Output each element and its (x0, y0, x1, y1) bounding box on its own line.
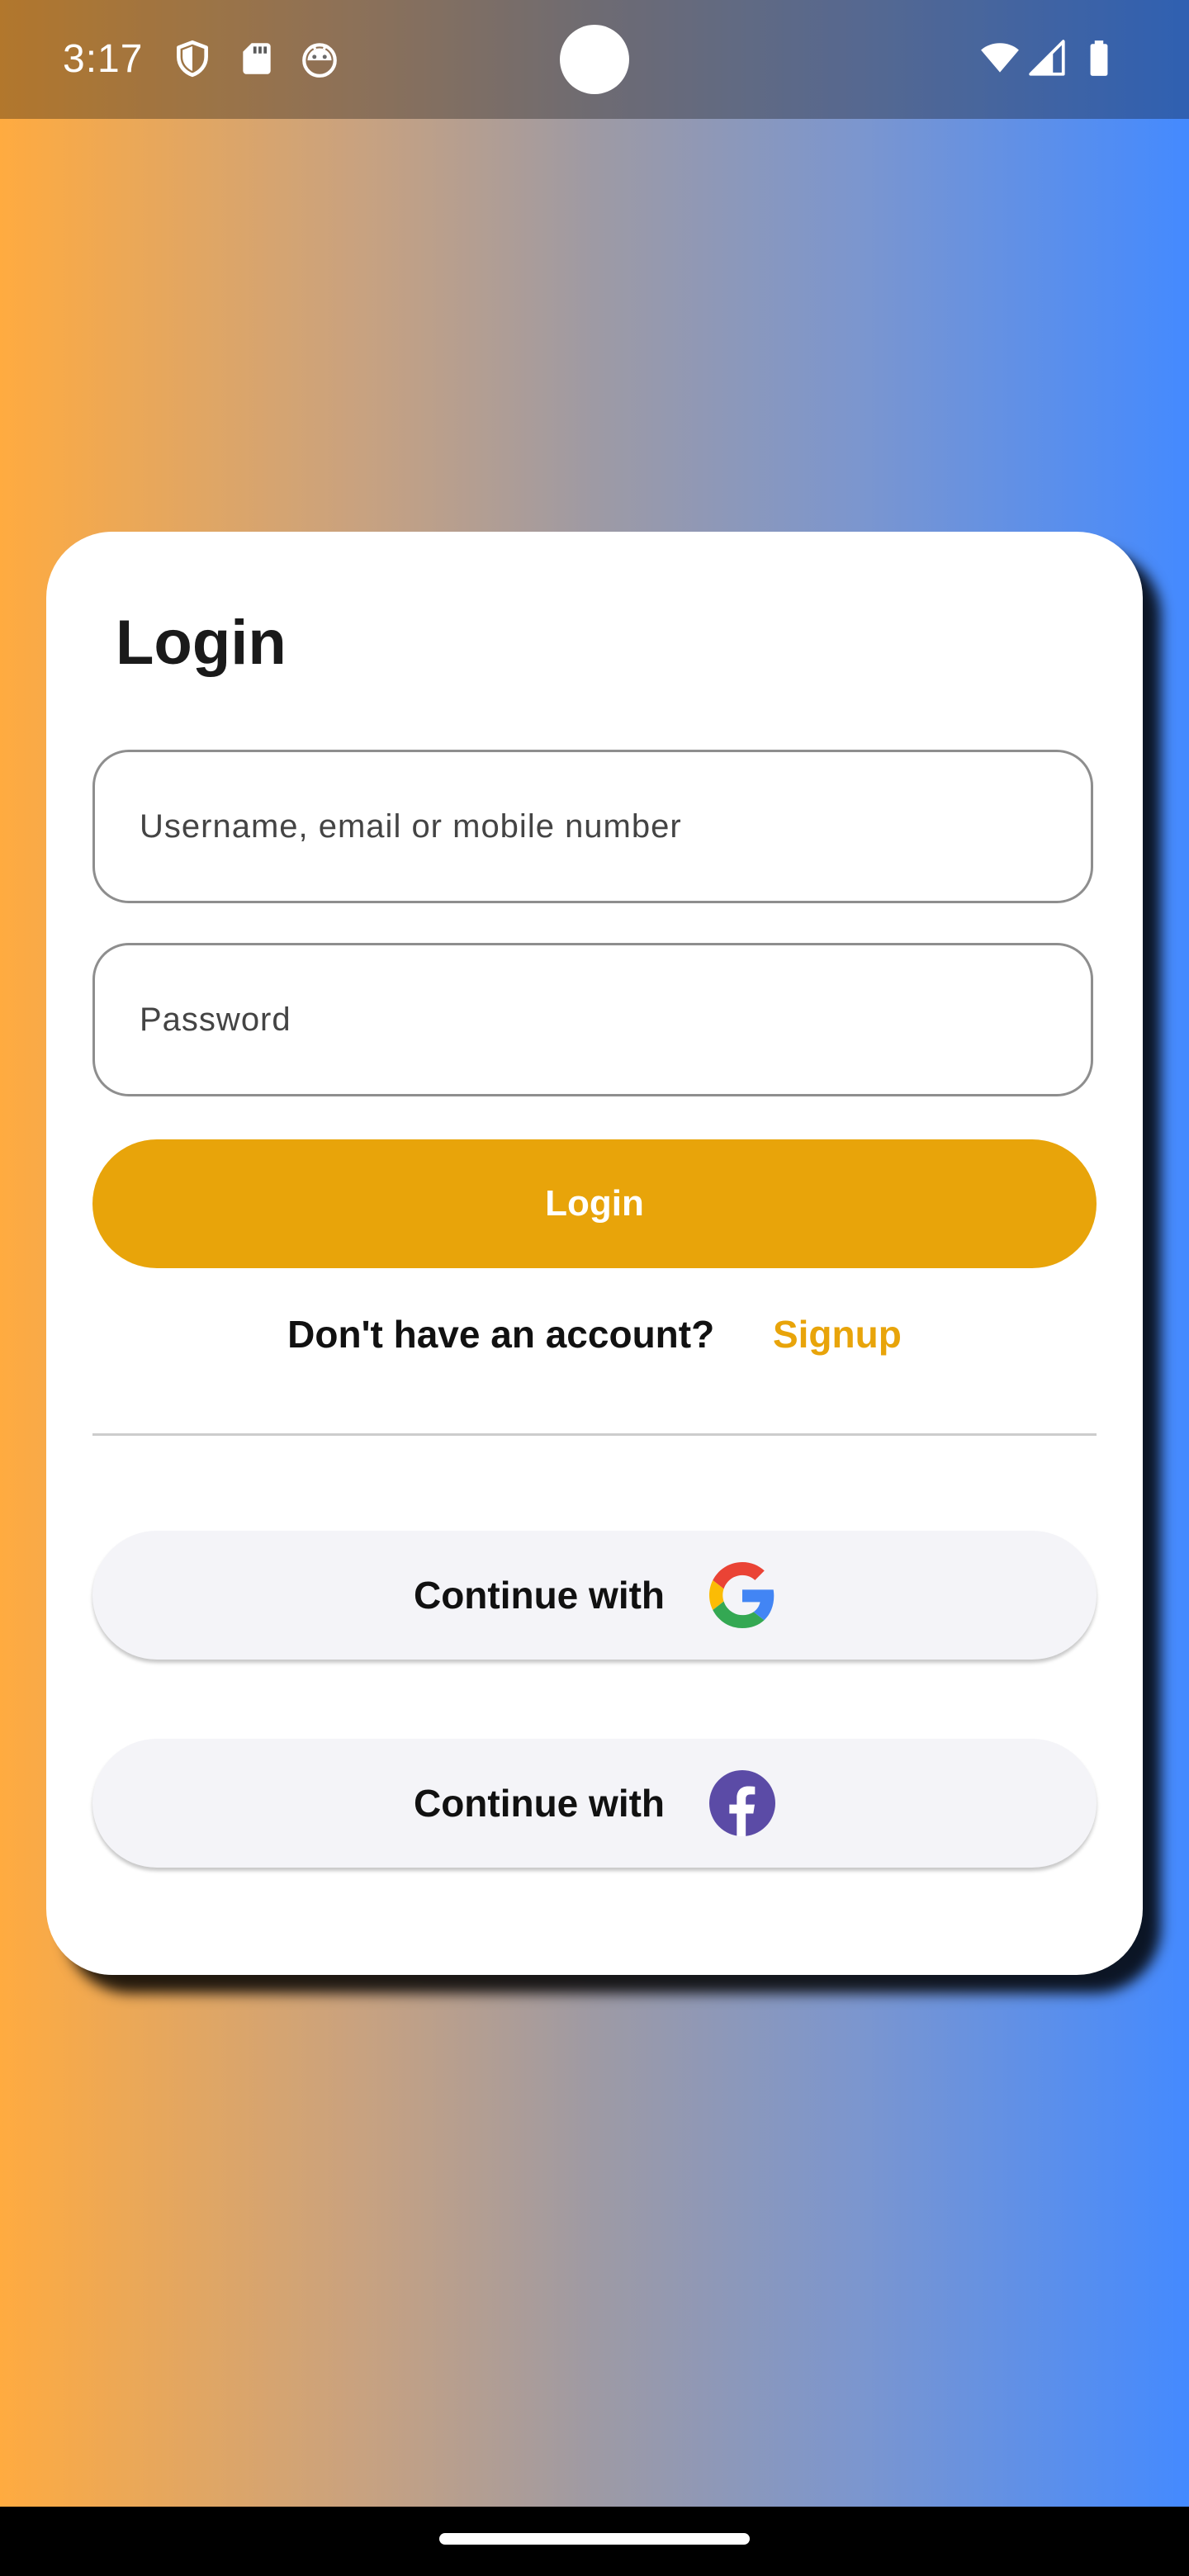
continue-with-facebook-button[interactable]: Continue with (92, 1739, 1097, 1868)
shield-icon (177, 40, 208, 78)
status-bar: 3:17 (0, 0, 1189, 119)
signup-row: Don't have an account? Signup (46, 1309, 1143, 1359)
facebook-icon (709, 1770, 776, 1836)
login-card: Login Login Don't have an account? Signu… (46, 532, 1143, 1975)
battery-icon (1090, 40, 1108, 76)
camera-cutout (560, 25, 629, 94)
login-title: Login (116, 608, 287, 678)
wifi-icon (981, 43, 1019, 73)
google-icon (709, 1562, 775, 1628)
home-gesture-handle[interactable] (439, 2533, 750, 2545)
divider (92, 1433, 1097, 1436)
signup-link[interactable]: Signup (773, 1313, 902, 1356)
status-time: 3:17 (63, 37, 144, 81)
password-input[interactable] (92, 943, 1093, 1096)
login-button[interactable]: Login (92, 1139, 1097, 1268)
facebook-button-label: Continue with (413, 1782, 666, 1825)
navigation-bar (0, 2507, 1189, 2576)
username-input[interactable] (92, 750, 1093, 903)
cell-signal-icon (1029, 40, 1065, 76)
signup-prompt: Don't have an account? (287, 1313, 715, 1356)
sd-card-icon (243, 43, 271, 74)
continue-with-google-button[interactable]: Continue with (92, 1531, 1097, 1660)
google-button-label: Continue with (413, 1574, 666, 1617)
android-icon (302, 43, 337, 78)
